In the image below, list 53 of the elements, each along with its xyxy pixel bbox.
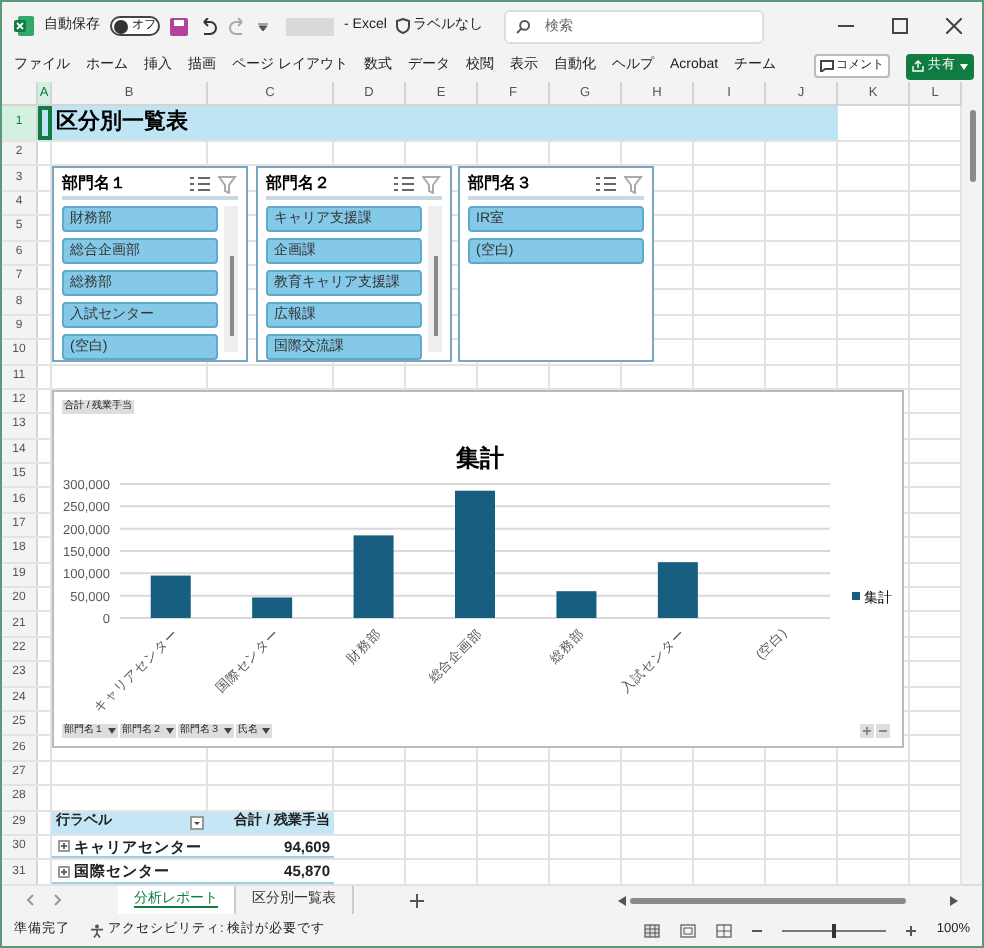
caret-icon (960, 63, 968, 69)
filter-dropdown-icon[interactable] (190, 815, 204, 830)
dropdown-icon (262, 728, 270, 734)
previous-sheet-icon[interactable] (26, 894, 34, 906)
bar (353, 535, 394, 618)
accessibility-icon (90, 923, 104, 937)
sheet-title: 区分別一覧表 (56, 107, 188, 139)
bar (455, 490, 495, 618)
slicer-title: 部門名１ (62, 172, 128, 196)
save-icon[interactable] (170, 17, 188, 35)
add-sheet-icon[interactable] (410, 893, 424, 907)
dropdown-icon (224, 728, 232, 734)
close-icon[interactable] (946, 18, 962, 34)
multi-select-icon[interactable] (596, 176, 616, 192)
expand-icon[interactable] (58, 840, 70, 853)
horizontal-scrollbar[interactable] (618, 894, 958, 906)
maximize-icon[interactable] (892, 18, 908, 34)
zoom-in-icon[interactable] (906, 925, 917, 935)
comment-icon (820, 60, 834, 72)
zoom-slider[interactable] (782, 923, 887, 937)
slicer-title: 部門名２ (266, 172, 332, 196)
scrollbar[interactable] (224, 206, 238, 352)
scroll-right-icon (950, 895, 958, 905)
app-icon (14, 16, 34, 36)
next-sheet-icon[interactable] (54, 894, 62, 906)
dropdown-icon (108, 728, 116, 734)
scroll-left-icon (618, 895, 626, 905)
page-break-icon[interactable] (716, 923, 733, 937)
bar (556, 591, 597, 618)
normal-view-icon[interactable] (644, 923, 661, 937)
vertical-scrollbar[interactable] (962, 82, 982, 884)
redacted-filename (286, 17, 334, 35)
bar (657, 562, 698, 618)
scrollbar[interactable] (428, 206, 442, 352)
customize-icon[interactable] (258, 21, 268, 31)
share-icon (912, 60, 924, 72)
expand-icon[interactable] (860, 724, 874, 738)
bar (252, 597, 293, 618)
multi-select-icon[interactable] (190, 176, 210, 192)
zoom-out-icon[interactable] (752, 925, 763, 935)
slicer-title: 部門名３ (468, 172, 534, 196)
shield-icon (396, 18, 411, 34)
dropdown-icon (166, 728, 174, 734)
undo-icon[interactable] (198, 17, 218, 35)
multi-select-icon[interactable] (394, 176, 414, 192)
selected-cell[interactable] (38, 106, 52, 140)
chart-title: 集計 (456, 444, 504, 472)
search-icon (516, 19, 531, 33)
page-layout-icon[interactable] (680, 923, 697, 937)
bar (150, 575, 191, 618)
legend-swatch (852, 592, 860, 600)
collapse-icon[interactable] (876, 724, 890, 738)
expand-icon[interactable] (58, 865, 70, 878)
